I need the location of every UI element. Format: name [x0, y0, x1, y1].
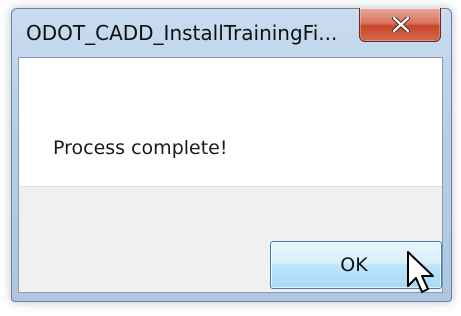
message-area: Process complete!	[19, 58, 442, 186]
message-dialog-window: ODOT_CADD_InstallTrainingFi... Process c…	[11, 8, 452, 302]
dialog-body: Process complete! OK	[18, 57, 443, 293]
close-x-icon	[392, 17, 410, 32]
mouse-pointer-icon	[407, 251, 434, 293]
window-title: ODOT_CADD_InstallTrainingFi...	[26, 21, 338, 45]
button-bar: OK	[19, 186, 442, 292]
title-bar[interactable]: ODOT_CADD_InstallTrainingFi...	[12, 8, 451, 57]
close-button[interactable]	[359, 8, 441, 42]
message-text: Process complete!	[53, 137, 228, 159]
